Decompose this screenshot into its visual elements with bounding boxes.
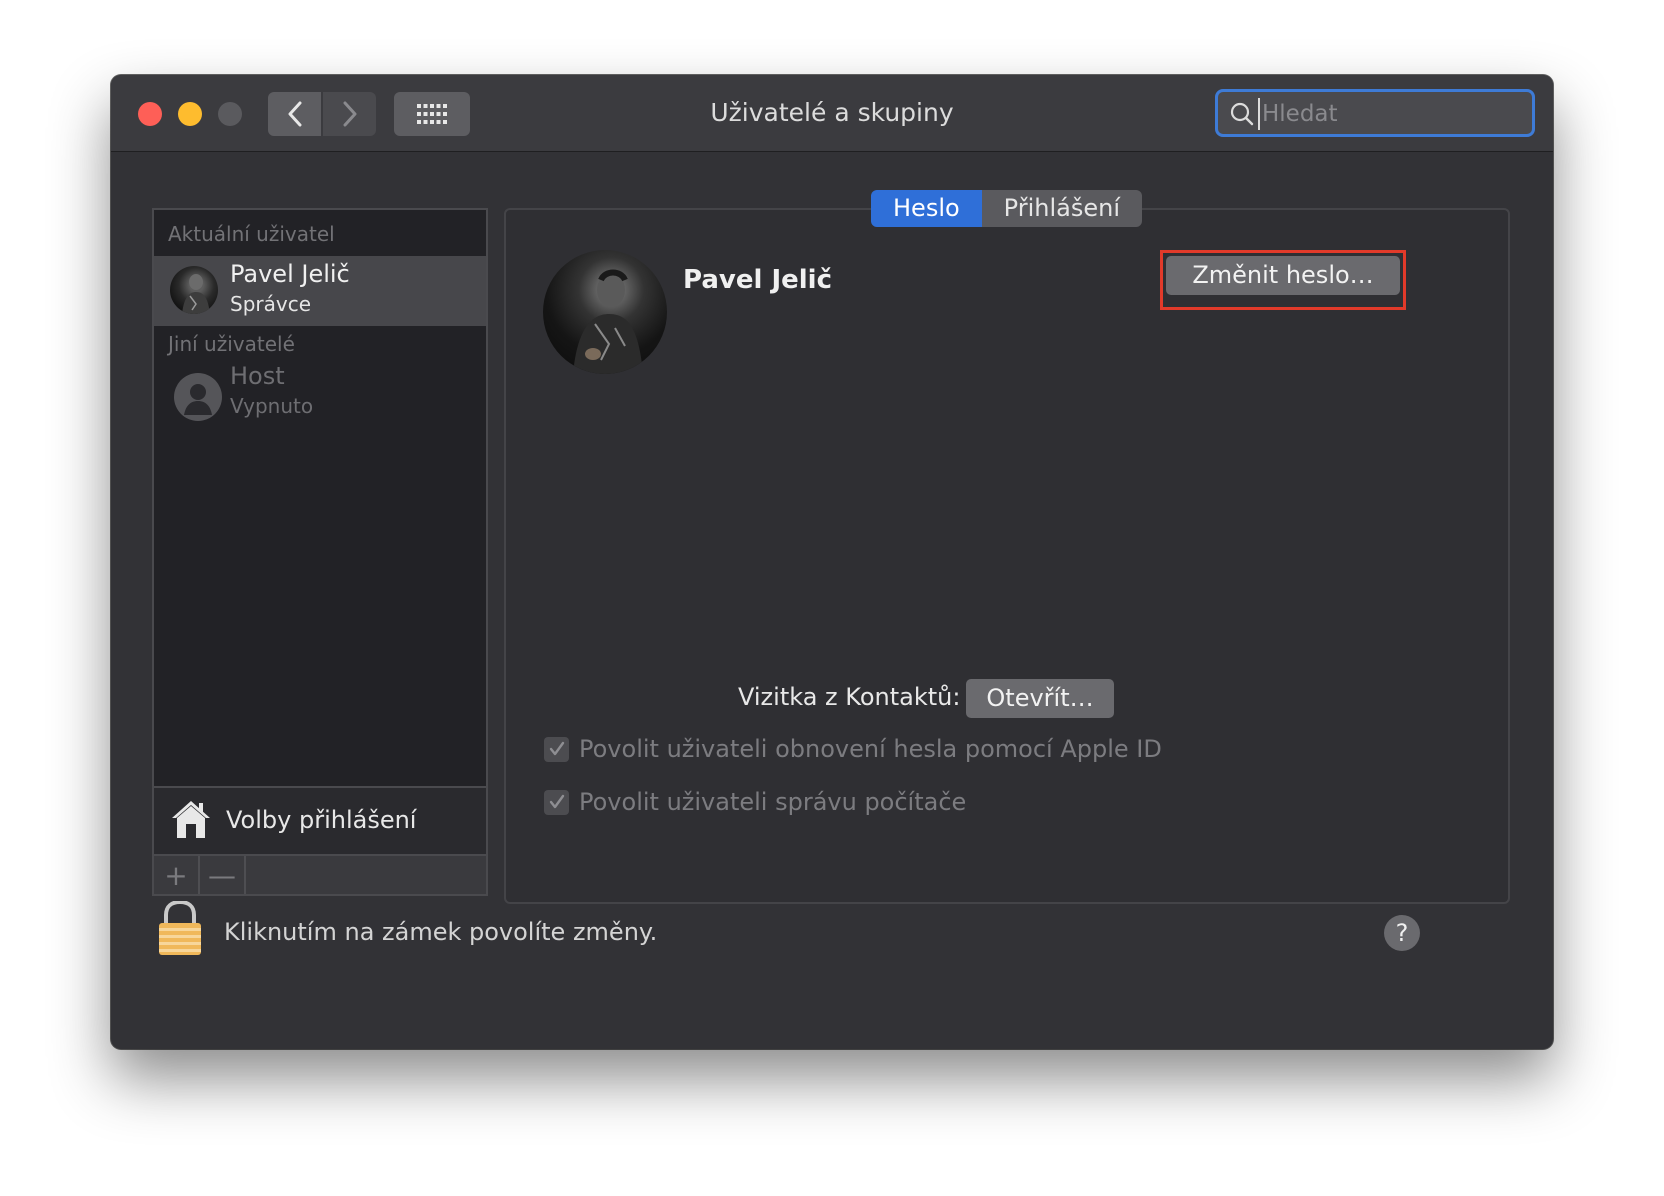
- minimize-window-button[interactable]: [178, 102, 202, 126]
- forward-button[interactable]: [323, 92, 376, 136]
- padlock-icon: [159, 899, 201, 955]
- user-photo-icon: [182, 274, 210, 314]
- current-user-section-label: Aktuální uživatel: [168, 222, 335, 246]
- avatar: [174, 373, 222, 421]
- system-preferences-window: Uživatelé a skupiny Aktuální uživatel Pa…: [111, 75, 1553, 1049]
- tab-password[interactable]: Heslo: [871, 190, 982, 227]
- remove-user-button[interactable]: —: [200, 856, 246, 894]
- profile-name: Pavel Jelič: [683, 265, 832, 295]
- help-button[interactable]: ?: [1384, 915, 1420, 951]
- allow-apple-id-reset-row: Povolit uživateli obnovení hesla pomocí …: [544, 734, 1162, 764]
- house-icon: [172, 801, 210, 838]
- zoom-window-button[interactable]: [218, 102, 242, 126]
- login-options-label: Volby přihlášení: [226, 806, 417, 834]
- grid-icon: [417, 104, 447, 124]
- close-window-button[interactable]: [138, 102, 162, 126]
- sidebar-toolbar: + —: [154, 856, 486, 894]
- add-user-button[interactable]: +: [154, 856, 200, 894]
- allow-apple-id-reset-label: Povolit uživateli obnovení hesla pomocí …: [579, 735, 1162, 763]
- other-users-section-label: Jiní uživatelé: [168, 332, 295, 356]
- checkmark-icon: [549, 794, 564, 809]
- avatar: [170, 266, 218, 314]
- guest-user-status: Vypnuto: [230, 394, 314, 418]
- show-all-button[interactable]: [394, 92, 470, 136]
- chevron-right-icon: [343, 101, 356, 127]
- lock-message: Kliknutím na zámek povolíte změny.: [224, 918, 658, 946]
- lock-icon[interactable]: [157, 899, 203, 961]
- person-icon: [184, 384, 212, 415]
- allow-admin-label: Povolit uživateli správu počítače: [579, 788, 967, 816]
- search-input[interactable]: [1258, 98, 1524, 130]
- current-user-name: Pavel Jelič: [230, 260, 350, 288]
- allow-admin-checkbox[interactable]: [544, 789, 569, 815]
- tab-bar: Heslo Přihlášení: [871, 190, 1142, 227]
- guest-user-name: Host: [230, 362, 285, 390]
- search-field[interactable]: [1215, 89, 1535, 137]
- change-password-button[interactable]: Změnit heslo…: [1166, 256, 1400, 295]
- title-bar: Uživatelé a skupiny: [111, 75, 1553, 152]
- users-sidebar: Aktuální uživatel Pavel Jelič Správce Ji…: [152, 208, 488, 896]
- allow-admin-row: Povolit uživateli správu počítače: [544, 787, 966, 817]
- tab-login-items[interactable]: Přihlášení: [981, 190, 1142, 227]
- search-icon: [1230, 102, 1254, 126]
- open-contact-button[interactable]: Otevřít…: [966, 679, 1114, 718]
- current-user-role: Správce: [230, 292, 312, 316]
- user-photo-icon: [573, 269, 643, 374]
- sidebar-item-current-user[interactable]: Pavel Jelič Správce: [154, 256, 486, 326]
- login-options-item[interactable]: Volby přihlášení: [154, 788, 486, 854]
- contact-card-label: Vizitka z Kontaktů:: [738, 683, 961, 711]
- user-photo[interactable]: [543, 250, 667, 374]
- chevron-left-icon: [288, 101, 301, 127]
- allow-apple-id-reset-checkbox[interactable]: [544, 736, 569, 762]
- back-button[interactable]: [268, 92, 321, 136]
- checkmark-icon: [549, 741, 564, 756]
